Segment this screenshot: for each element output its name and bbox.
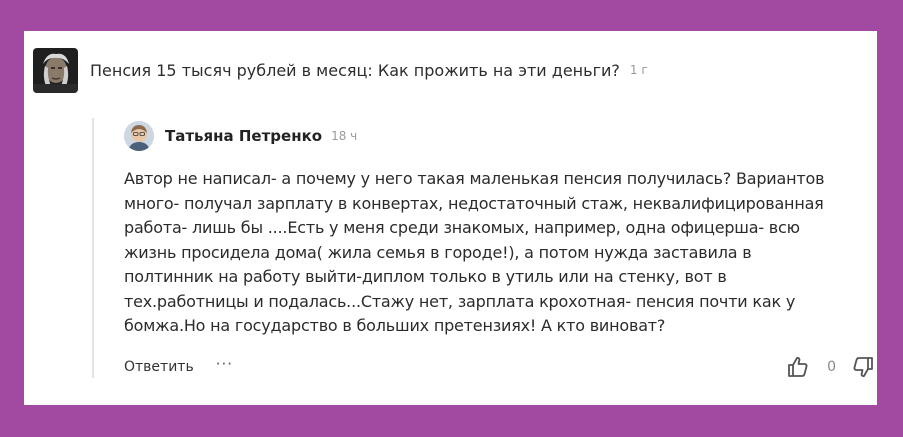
reply-button[interactable]: Ответить [124,359,194,375]
article-title[interactable]: Пенсия 15 тысяч рублей в месяц: Как прож… [90,61,620,80]
thumbs-down-icon [853,357,873,377]
comment-card: Пенсия 15 тысяч рублей в месяц: Как прож… [24,31,877,405]
vote-score: 0 [827,359,836,375]
comment-author[interactable]: Татьяна Петренко [165,127,322,145]
thread-line [92,118,94,378]
comment-actions: Ответить ··· 0 [124,353,876,381]
user-avatar-photo-icon [124,121,154,151]
comment-text: Автор не написал- а почему у него такая … [124,169,825,335]
article-thumbnail[interactable] [33,47,78,93]
thumbs-up-icon [788,357,808,377]
author-avatar[interactable] [124,121,154,151]
comment-header: Татьяна Петренко 18 ч [124,120,864,152]
elderly-man-photo-icon [33,47,78,93]
comment-age: 18 ч [331,129,358,143]
article-age: 1 г [629,63,648,77]
comment: Татьяна Петренко 18 ч Автор не написал- … [124,120,873,377]
like-button[interactable] [785,354,811,380]
vote-controls: 0 [785,354,876,380]
dislike-button[interactable] [850,354,876,380]
article-header[interactable]: Пенсия 15 тысяч рублей в месяц: Как прож… [33,47,648,93]
more-options-button[interactable]: ··· [216,355,233,373]
